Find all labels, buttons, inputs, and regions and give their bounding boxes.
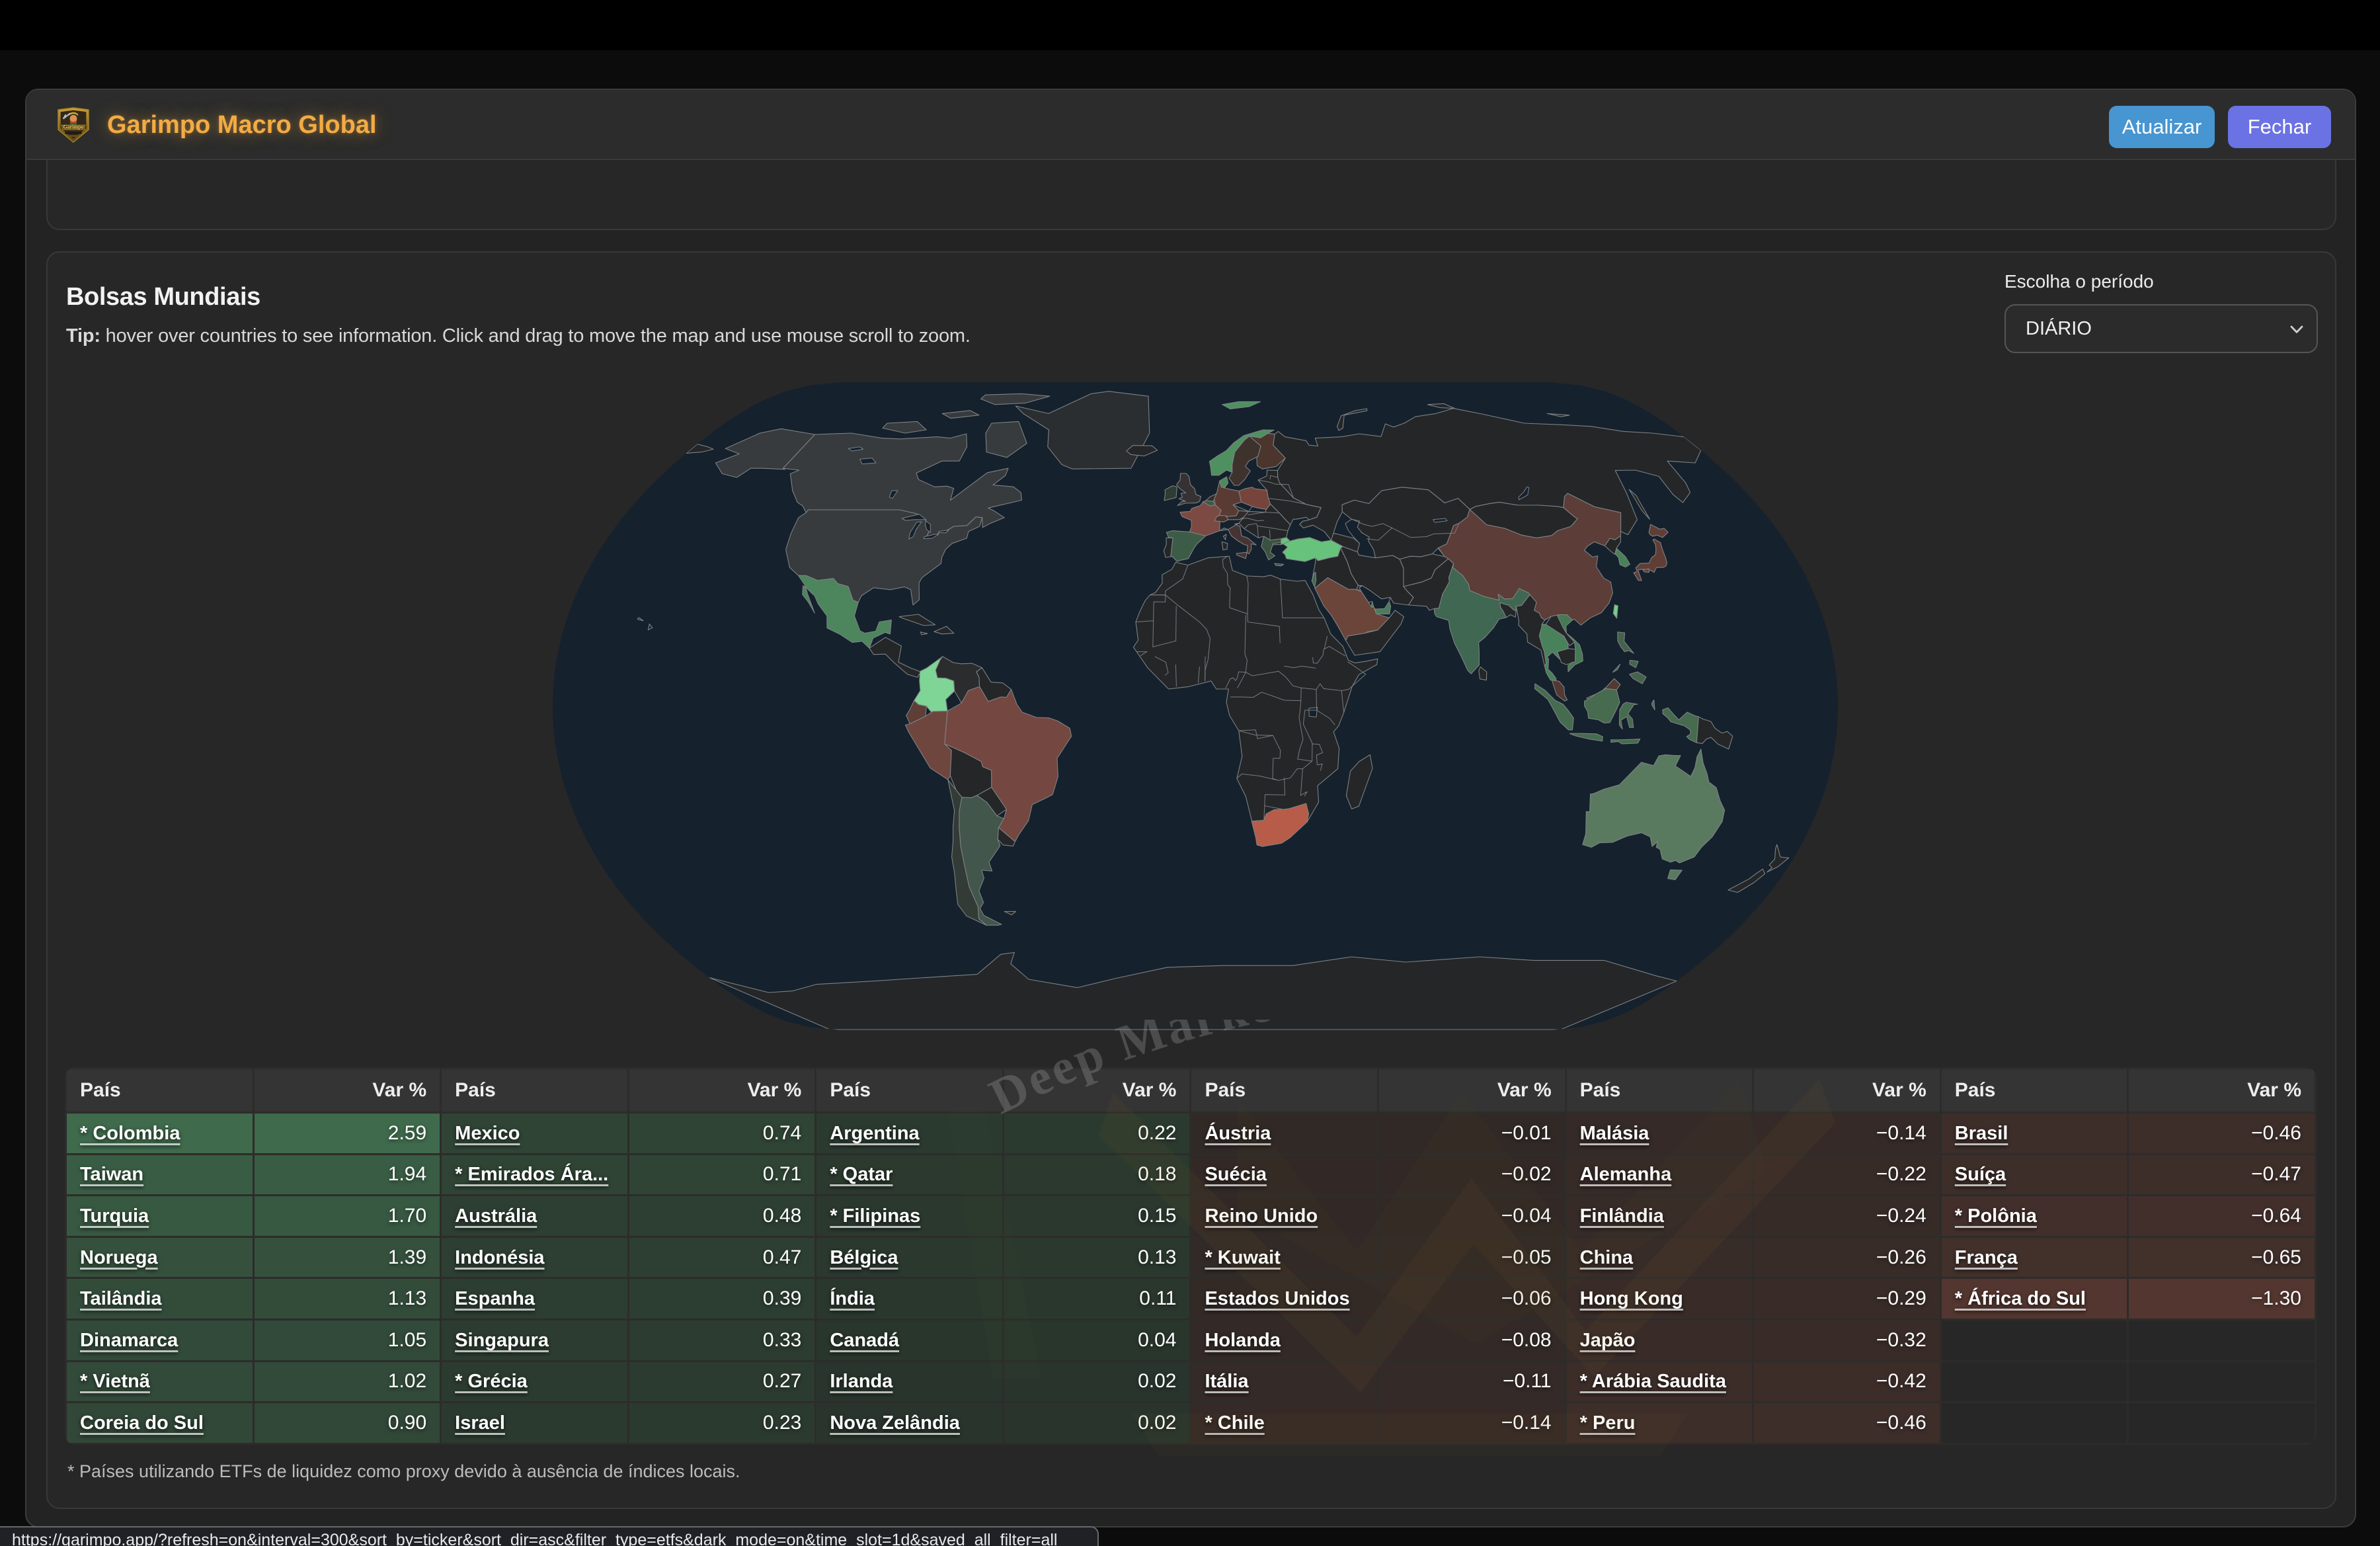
svg-text:Garimpo: Garimpo — [63, 124, 83, 130]
